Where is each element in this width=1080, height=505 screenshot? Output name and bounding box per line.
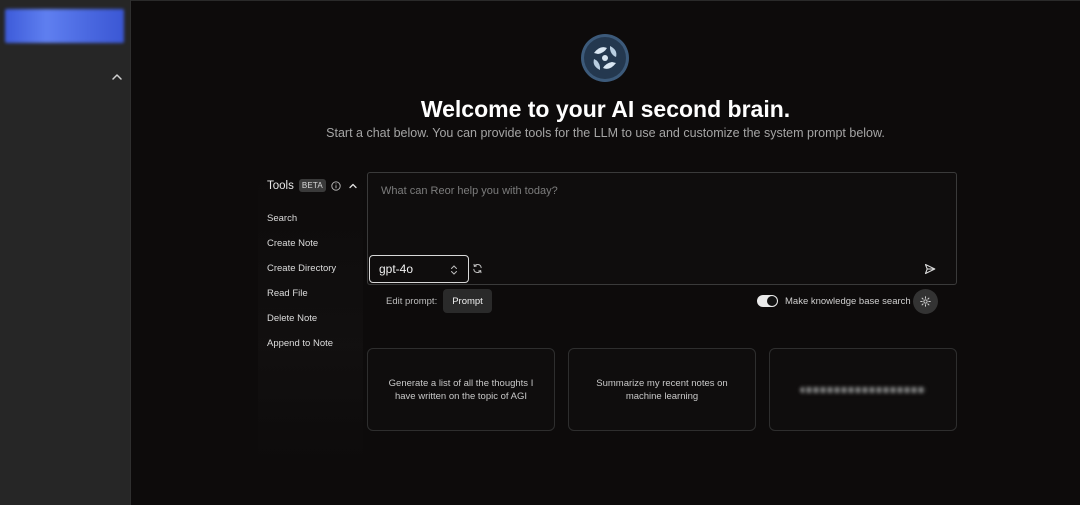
tool-item-read-file[interactable]: Read File [267, 288, 308, 299]
tool-item-delete-note[interactable]: Delete Note [267, 313, 317, 324]
tool-item-search[interactable]: Search [267, 213, 297, 224]
chevron-up-icon[interactable] [348, 181, 358, 191]
knowledge-base-label: Make knowledge base search [785, 296, 911, 307]
send-icon[interactable] [924, 263, 936, 275]
suggestion-text: Generate a list of all the thoughts I ha… [388, 377, 534, 402]
tools-header: Tools BETA [267, 179, 326, 192]
tool-item-create-note[interactable]: Create Note [267, 238, 318, 249]
toggle-knob [767, 296, 777, 306]
top-border [131, 0, 1080, 1]
chevron-up-icon[interactable] [110, 70, 124, 84]
sidebar [0, 0, 131, 505]
chat-input-placeholder[interactable]: What can Reor help you with today? [381, 185, 558, 197]
blurred-suggestion-text [800, 386, 926, 393]
page-title: Welcome to your AI second brain. [420, 96, 791, 122]
sidebar-header[interactable] [5, 9, 124, 43]
suggestion-card-machine-learning[interactable]: Summarize my recent notes on machine lea… [568, 348, 756, 431]
suggestion-text: Summarize my recent notes on machine lea… [596, 377, 728, 402]
tools-title: Tools [267, 179, 294, 192]
beta-badge: BETA [298, 179, 326, 192]
page-subtitle: Start a chat below. You can provide tool… [326, 126, 885, 140]
tool-item-append-to-note[interactable]: Append to Note [267, 338, 333, 349]
model-select[interactable]: gpt-4o [369, 255, 469, 283]
tool-item-create-directory[interactable]: Create Directory [267, 263, 336, 274]
prompt-button[interactable]: Prompt [443, 289, 492, 313]
brain-logo-icon [581, 34, 629, 82]
edit-prompt-label: Edit prompt: [386, 296, 438, 307]
select-arrows-icon [451, 265, 457, 275]
model-select-value: gpt-4o [379, 262, 414, 276]
gear-icon [920, 296, 931, 307]
info-icon[interactable] [331, 181, 341, 191]
refresh-icon[interactable] [472, 263, 483, 274]
knowledge-base-settings-button[interactable] [913, 289, 938, 314]
knowledge-base-toggle[interactable] [757, 295, 778, 307]
suggestion-card-blurred[interactable] [769, 348, 957, 431]
suggestion-card-agi[interactable]: Generate a list of all the thoughts I ha… [367, 348, 555, 431]
